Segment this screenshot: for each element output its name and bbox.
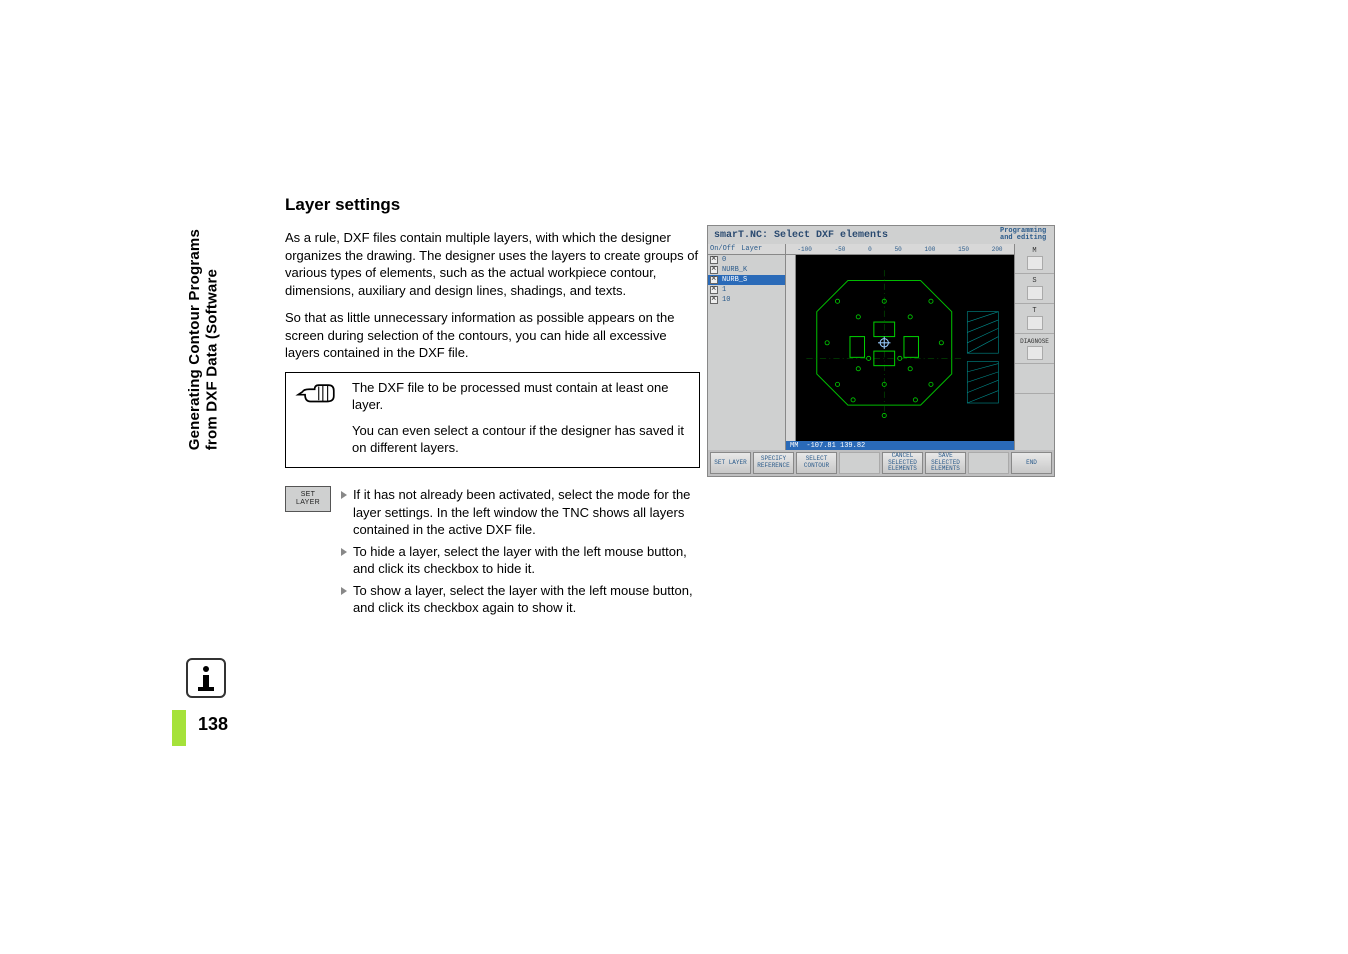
hand-pointing-icon: [295, 381, 337, 407]
layer-name: NURB_S: [722, 276, 747, 284]
tnc-screenshot: smarT.NC: Select DXF elements Programmin…: [707, 225, 1055, 477]
note-box: The DXF file to be processed must contai…: [285, 372, 700, 468]
screenshot-titlebar: smarT.NC: Select DXF elements Programmin…: [708, 226, 1054, 244]
dxf-drawing: [796, 255, 1014, 441]
bullet-text: To hide a layer, select the layer with t…: [353, 543, 700, 578]
ruler-tick: 0: [868, 246, 872, 253]
right-button-empty: [1015, 364, 1054, 394]
note-text: The DXF file to be processed must contai…: [352, 379, 691, 457]
softkey-empty: [968, 452, 1009, 474]
note-paragraph: The DXF file to be processed must contai…: [352, 379, 691, 414]
layer-panel-header: On/Off Layer: [708, 244, 785, 255]
status-unit: MM: [790, 442, 798, 450]
softkey-set-layer[interactable]: SET LAYER: [710, 452, 751, 474]
list-item: To hide a layer, select the layer with t…: [341, 543, 700, 578]
section-title: Generating Contour Programs from DXF Dat…: [186, 229, 212, 450]
layer-checkbox[interactable]: [710, 266, 718, 274]
paragraph: As a rule, DXF files contain multiple la…: [285, 229, 700, 299]
section-title-line1: Generating Contour Programs: [186, 229, 203, 450]
layer-head-onoff: On/Off: [710, 245, 735, 253]
layer-name: NURB_K: [722, 266, 747, 274]
info-icon: [186, 658, 226, 698]
note-icon-wrap: [294, 379, 338, 407]
page-number: 138: [198, 714, 228, 735]
ruler-vertical: [786, 255, 796, 441]
layer-row[interactable]: 0: [708, 255, 785, 265]
section-tab: Generating Contour Programs from DXF Dat…: [186, 195, 212, 450]
softkey-line2: LAYER: [296, 499, 320, 507]
bullet-text: If it has not already been activated, se…: [353, 486, 700, 539]
layer-name: 1: [722, 286, 726, 294]
ruler-tick: -50: [835, 246, 846, 253]
layer-name: 10: [722, 296, 730, 304]
canvas-area: -100 -50 0 50 100 150 200: [786, 244, 1014, 450]
page-tab-marker: [172, 710, 186, 746]
layer-checkbox[interactable]: [710, 296, 718, 304]
layer-checkbox[interactable]: [710, 276, 718, 284]
softkey-specify-reference[interactable]: SPECIFY REFERENCE: [753, 452, 794, 474]
layer-row[interactable]: 10: [708, 295, 785, 305]
instruction-row: SET LAYER If it has not already been act…: [285, 486, 700, 621]
layer-panel: On/Off Layer 0 NURB_K NURB_S 1: [708, 244, 786, 450]
softkey-line1: SET: [296, 491, 320, 499]
softkey-end[interactable]: END: [1011, 452, 1052, 474]
tool-icon: [1027, 346, 1043, 360]
status-bar: MM -107.81 139.82: [786, 441, 1014, 450]
bullet-text: To show a layer, select the layer with t…: [353, 582, 700, 617]
layer-name: 0: [722, 256, 726, 264]
heading-layer-settings: Layer settings: [285, 195, 700, 215]
right-panel: M S T DIAGNOSE: [1014, 244, 1054, 450]
section-title-line2: from DXF Data (Software: [203, 269, 220, 450]
layer-checkbox[interactable]: [710, 256, 718, 264]
triangle-bullet-icon: [341, 491, 347, 499]
ruler-horizontal: -100 -50 0 50 100 150 200: [786, 244, 1014, 255]
softkey-empty: [839, 452, 880, 474]
right-button-s[interactable]: S: [1015, 274, 1054, 304]
right-button-m[interactable]: M: [1015, 244, 1054, 274]
layer-row-selected[interactable]: NURB_S: [708, 275, 785, 285]
main-content: Layer settings As a rule, DXF files cont…: [285, 195, 700, 621]
softkey-save-selected[interactable]: SAVE SELECTED ELEMENTS: [925, 452, 966, 474]
list-item: To show a layer, select the layer with t…: [341, 582, 700, 617]
ruler-tick: 100: [925, 246, 936, 253]
layer-head-layer: Layer: [741, 245, 762, 253]
layer-row[interactable]: 1: [708, 285, 785, 295]
layer-checkbox[interactable]: [710, 286, 718, 294]
softkey-set-layer: SET LAYER: [285, 486, 331, 512]
bullet-list: If it has not already been activated, se…: [341, 486, 700, 621]
screenshot-mode: Programming and editing: [1000, 228, 1048, 243]
ruler-tick: 200: [992, 246, 1003, 253]
softkey-select-contour[interactable]: SELECT CONTOUR: [796, 452, 837, 474]
info-base-icon: [198, 687, 214, 691]
list-item: If it has not already been activated, se…: [341, 486, 700, 539]
screenshot-body: On/Off Layer 0 NURB_K NURB_S 1: [708, 244, 1054, 450]
paragraph: So that as little unnecessary informatio…: [285, 309, 700, 362]
tool-icon: [1027, 316, 1043, 330]
ruler-tick: 50: [895, 246, 902, 253]
triangle-bullet-icon: [341, 548, 347, 556]
dxf-canvas[interactable]: [796, 255, 1014, 441]
canvas-row: [786, 255, 1014, 441]
softkey-row: SET LAYER SPECIFY REFERENCE SELECT CONTO…: [708, 450, 1054, 476]
ruler-tick: -100: [797, 246, 811, 253]
softkey-cancel-selected[interactable]: CANCEL SELECTED ELEMENTS: [882, 452, 923, 474]
tool-icon: [1027, 286, 1043, 300]
right-button-diagnose[interactable]: DIAGNOSE: [1015, 334, 1054, 364]
right-button-t[interactable]: T: [1015, 304, 1054, 334]
triangle-bullet-icon: [341, 587, 347, 595]
status-coords: -107.81 139.82: [806, 442, 865, 450]
note-paragraph: You can even select a contour if the des…: [352, 422, 691, 457]
screenshot-title: smarT.NC: Select DXF elements: [714, 230, 888, 241]
layer-row[interactable]: NURB_K: [708, 265, 785, 275]
ruler-tick: 150: [958, 246, 969, 253]
info-dot-icon: [203, 666, 209, 672]
tool-icon: [1027, 256, 1043, 270]
